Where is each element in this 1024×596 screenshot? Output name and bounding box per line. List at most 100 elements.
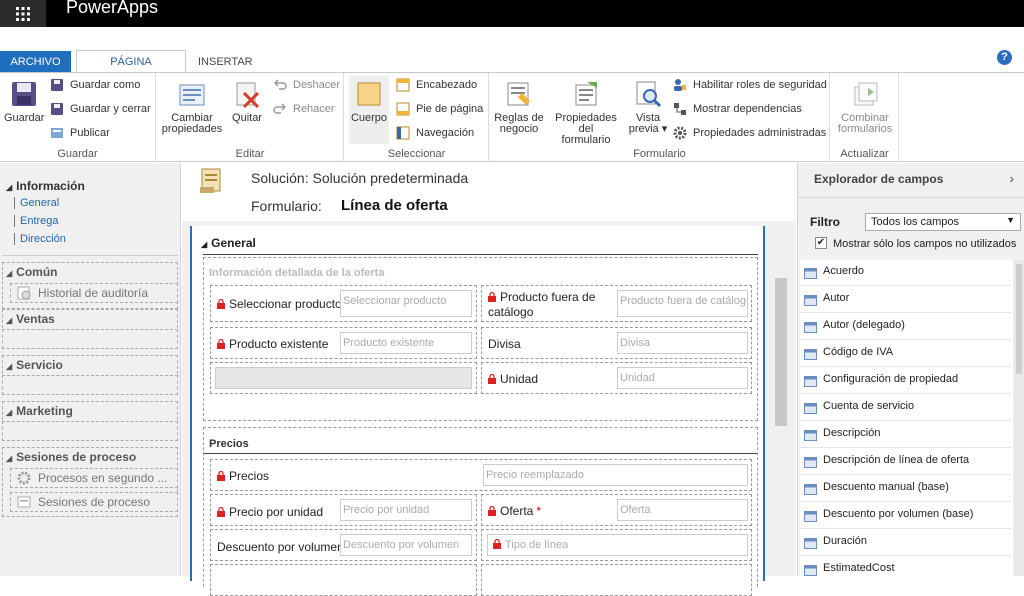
field-icon — [804, 268, 817, 279]
navigation-button[interactable]: Navegación — [396, 124, 474, 142]
save-icon — [9, 79, 39, 109]
remove-button[interactable]: Quitar — [229, 79, 265, 124]
field-list-scrollbar-thumb[interactable] — [1016, 264, 1022, 374]
field-icon — [804, 511, 817, 522]
field-list-item[interactable]: Descuento por volumen (base) — [800, 503, 1011, 529]
undo-button[interactable]: Deshacer — [273, 76, 340, 94]
field-tipo-linea[interactable]: Tipo de línea — [481, 529, 752, 561]
business-rules-button[interactable]: Reglas de negocio — [492, 79, 546, 135]
input-producto-existente[interactable]: Producto existente — [340, 332, 472, 354]
collapse-icon: ◢ — [6, 183, 13, 192]
field-list-item[interactable]: Cuenta de servicio — [800, 395, 1011, 421]
field-producto-fuera-catalogo[interactable]: Producto fuera de catálogo Producto fuera… — [481, 285, 752, 322]
nav-item-procesos[interactable]: Procesos en segundo ... — [17, 471, 167, 485]
body-button[interactable]: Cuerpo — [349, 76, 389, 144]
section-detalle-oferta[interactable]: Información detallada de la oferta Selec… — [203, 257, 758, 421]
section-precios[interactable]: Precios Precios Precio reemplazado Preci… — [203, 427, 758, 596]
field-list: Acuerdo Autor Autor (delegado) Código de IV… — [800, 260, 1013, 576]
collapse-icon: ◢ — [6, 362, 13, 371]
field-cut-off-left[interactable] — [210, 564, 477, 596]
nav-item-sesiones-proceso[interactable]: Sesiones de proceso — [17, 495, 150, 509]
field-explorer: Explorador de campos › Filtro Todos los … — [797, 163, 1024, 576]
field-list-item[interactable]: Autor (delegado) — [800, 314, 1011, 340]
top-bar: PowerApps — [0, 0, 1024, 27]
input-seleccionar-producto[interactable]: Seleccionar producto — [340, 290, 472, 317]
input-descuento-volumen[interactable]: Descuento por volumen — [340, 534, 472, 556]
field-list-item[interactable]: Descripción — [800, 422, 1011, 448]
field-producto-existente[interactable]: Producto existente Producto existente — [210, 327, 477, 359]
explorer-divider — [798, 197, 1024, 198]
field-divisa[interactable]: Divisa Divisa — [481, 327, 752, 359]
only-unused-checkbox[interactable]: ✔ — [815, 237, 827, 249]
field-oferta[interactable]: Oferta * Oferta — [481, 494, 752, 526]
input-unidad[interactable]: Unidad — [617, 367, 748, 389]
business-rules-icon — [504, 79, 534, 109]
field-cut-off-right[interactable] — [481, 564, 752, 596]
publish-button[interactable]: Publicar — [50, 124, 110, 142]
field-list-scrollbar[interactable] — [1014, 260, 1024, 576]
nav-header-servicio[interactable]: ◢ Servicio — [6, 358, 63, 372]
tab-general-header[interactable]: ◢ General — [201, 236, 256, 250]
field-list-item[interactable]: Acuerdo — [800, 260, 1011, 286]
nav-ventas-empty — [2, 329, 178, 349]
form-scrollbar[interactable] — [772, 221, 796, 576]
nav-link-direccion[interactable]: Dirección — [14, 233, 66, 245]
tab-pagina-principal[interactable]: PÁGINA PRINCIPAL — [76, 50, 186, 90]
field-spacer[interactable] — [210, 362, 477, 394]
footer-button[interactable]: Pie de página — [396, 100, 483, 118]
nav-info-header[interactable]: ◢ Información — [6, 179, 85, 193]
field-icon — [804, 322, 817, 333]
change-properties-button[interactable]: Cambiar propiedades — [159, 79, 225, 135]
field-list-item[interactable]: Duración — [800, 530, 1011, 556]
field-list-item[interactable]: Configuración de propiedad — [800, 368, 1011, 394]
group-label-editar: Editar — [235, 148, 265, 160]
field-descuento-volumen[interactable]: Descuento por volumen Descuento por volu… — [210, 529, 477, 561]
save-close-icon — [51, 103, 63, 115]
form-canvas: ◢ General Información detallada de la ofe… — [182, 221, 796, 596]
group-editar: Cambiar propiedades Quitar Deshacer Rehac… — [157, 73, 344, 162]
field-list-item[interactable]: Descuento manual (base) — [800, 476, 1011, 502]
app-launcher-icon[interactable] — [0, 0, 46, 27]
managed-properties-button[interactable]: Propiedades administradas — [673, 124, 826, 142]
input-tipo-linea[interactable]: Tipo de línea — [487, 534, 748, 556]
form-properties-button[interactable]: Propiedades del formulario — [548, 79, 624, 146]
save-close-button[interactable]: Guardar y cerrar — [50, 100, 151, 118]
header-button[interactable]: Encabezado — [396, 76, 477, 94]
field-list-item[interactable]: EstimatedCost — [800, 557, 1011, 576]
field-precios[interactable]: Precios Precio reemplazado — [210, 459, 752, 491]
input-producto-fuera-catalogo[interactable]: Producto fuera de catálog — [617, 290, 748, 317]
nav-header-ventas[interactable]: ◢ Ventas — [6, 312, 55, 326]
field-list-item[interactable]: Descripción de línea de oferta — [800, 449, 1011, 475]
field-list-item[interactable]: Autor — [800, 287, 1011, 313]
collapse-explorer-icon[interactable]: › — [1010, 171, 1014, 186]
input-precio-reemplazado[interactable]: Precio reemplazado — [483, 464, 748, 486]
group-label-seleccionar: Seleccionar — [387, 148, 446, 160]
tab-archivo[interactable]: ARCHIVO — [0, 51, 71, 73]
form-name: Línea de oferta — [341, 197, 448, 214]
nav-link-general[interactable]: General — [14, 197, 59, 209]
redo-button[interactable]: Rehacer — [273, 100, 335, 118]
help-icon[interactable]: ? — [997, 50, 1012, 65]
form-scrollbar-thumb[interactable] — [775, 278, 787, 426]
field-precio-unidad[interactable]: Precio por unidad Precio por unidad — [210, 494, 477, 526]
input-oferta[interactable]: Oferta — [617, 499, 748, 521]
nav-header-comun[interactable]: ◢ Común — [6, 265, 57, 279]
nav-item-historial[interactable]: Historial de auditoría — [17, 286, 148, 300]
nav-link-entrega[interactable]: Entrega — [14, 215, 59, 227]
nav-header-sesiones[interactable]: ◢ Sesiones de proceso — [6, 450, 136, 464]
merge-forms-button[interactable]: Combinar formularios — [835, 79, 895, 135]
enable-security-roles-button[interactable]: Habilitar roles de seguridad — [673, 76, 827, 94]
field-list-item[interactable]: Código de IVA — [800, 341, 1011, 367]
save-as-button[interactable]: Guardar como — [50, 76, 140, 94]
input-precio-unidad[interactable]: Precio por unidad — [340, 499, 472, 521]
field-unidad[interactable]: Unidad Unidad — [481, 362, 752, 394]
preview-button[interactable]: Vista previa ▾ — [626, 79, 670, 135]
input-divisa[interactable]: Divisa — [617, 332, 748, 354]
field-seleccionar-producto[interactable]: Seleccionar producto Seleccionar product… — [210, 285, 477, 322]
filter-select[interactable]: Todos los campos ▼ — [865, 213, 1021, 231]
required-indicator: * — [536, 504, 542, 518]
tab-insertar[interactable]: INSERTAR — [190, 51, 254, 73]
save-button[interactable]: Guardar — [4, 79, 44, 124]
show-dependencies-button[interactable]: Mostrar dependencias — [673, 100, 802, 118]
nav-header-marketing[interactable]: ◢ Marketing — [6, 404, 73, 418]
